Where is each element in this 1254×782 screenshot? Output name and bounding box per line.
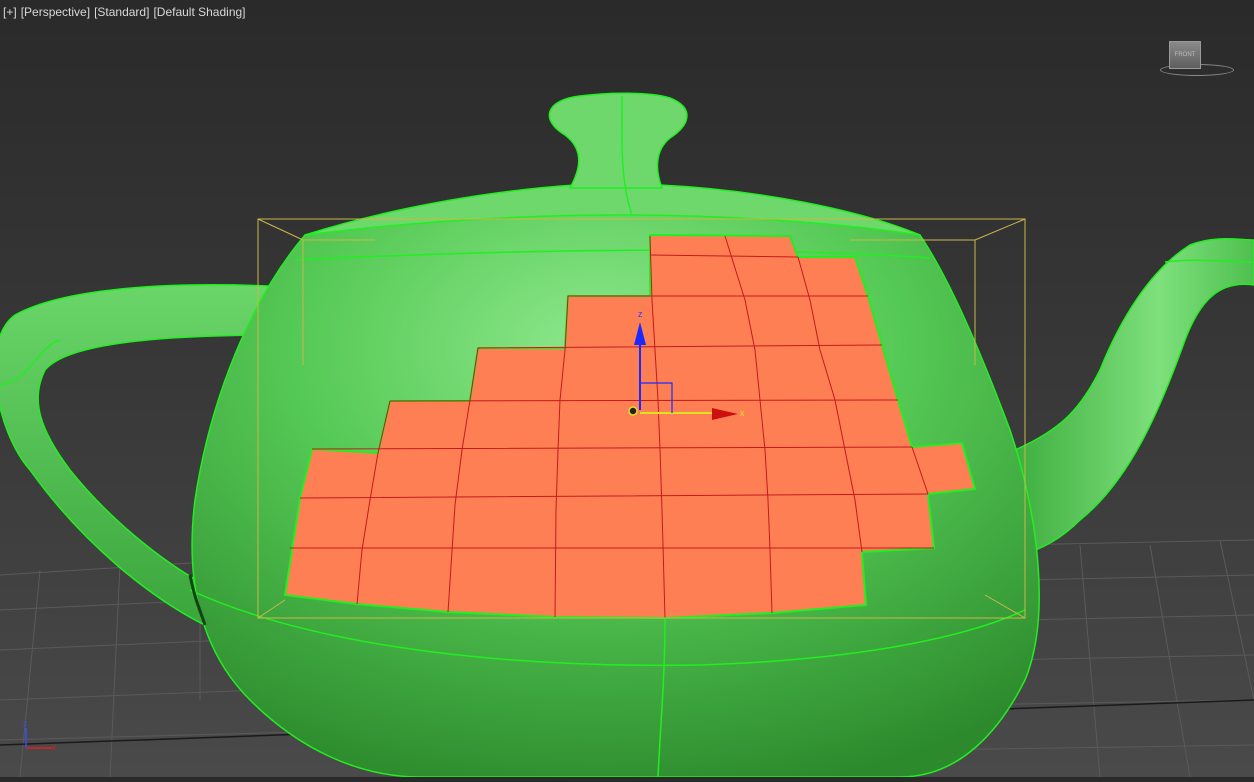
axis-tripod: z x	[23, 719, 56, 752]
viewcube-front-face[interactable]: FRONT	[1169, 41, 1201, 69]
viewcube[interactable]: FRONT	[1158, 38, 1234, 80]
teapot-lid[interactable]	[304, 92, 921, 236]
scene-canvas[interactable]: z x z x	[0, 0, 1254, 778]
perspective-viewport[interactable]: z x z x [+] [Perspective] [Standard] [De…	[0, 0, 1254, 778]
viewport-shading-menu[interactable]: [Default Shading]	[153, 5, 245, 19]
gizmo-z-label: z	[638, 309, 643, 319]
tripod-z-label: z	[23, 719, 27, 728]
viewport-label-menu: [+] [Perspective] [Standard] [Default Sh…	[3, 5, 246, 19]
viewport-point-of-view-menu[interactable]: [Perspective]	[21, 5, 90, 19]
teapot-spout[interactable]	[1014, 238, 1254, 556]
viewport-general-menu[interactable]: [+]	[3, 5, 17, 19]
gizmo-x-label: x	[740, 408, 745, 418]
gizmo-pivot[interactable]	[628, 406, 638, 416]
tripod-x-label: x	[52, 743, 56, 752]
viewport-standard-menu[interactable]: [Standard]	[94, 5, 149, 19]
